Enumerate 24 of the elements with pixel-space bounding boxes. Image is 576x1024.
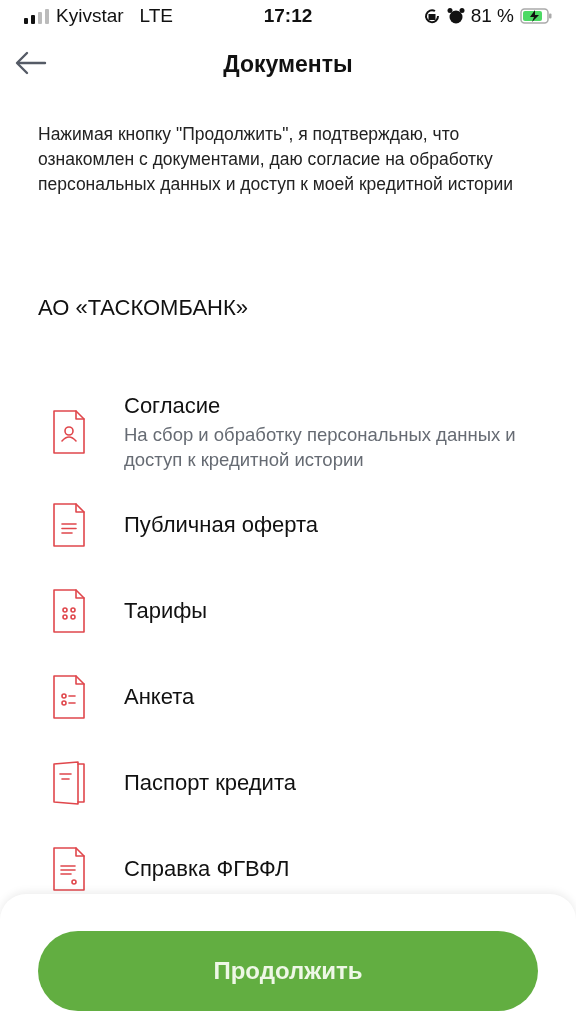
booklet-icon (51, 760, 87, 806)
rotation-lock-icon (422, 7, 441, 25)
alarm-icon (446, 7, 465, 25)
document-title[interactable]: Согласие (124, 392, 534, 420)
document-icon (51, 674, 87, 720)
document-title[interactable]: Анкета (124, 683, 195, 711)
network-type: LTE (139, 3, 173, 28)
document-icon (51, 502, 87, 548)
section-title: АО «ТАСКОМБАНК» (37, 294, 249, 322)
document-title[interactable]: Справка ФГВФЛ (124, 855, 290, 883)
document-icon (51, 588, 87, 634)
document-title[interactable]: Тарифы (124, 597, 208, 625)
battery-icon (520, 8, 552, 24)
document-icon (51, 409, 87, 455)
document-icon (51, 846, 87, 892)
document-subtitle: На сбор и обработку персональных данных и доступ к кредитной истории (124, 423, 517, 472)
page-title: Документы (223, 49, 353, 79)
battery-percent: 81 % (470, 3, 514, 28)
document-title[interactable]: Публичная оферта (124, 511, 319, 539)
document-title[interactable]: Паспорт кредита (124, 769, 296, 797)
consent-notice: Нажимая кнопку "Продолжить", я подтверждаю, что ознакомлен с документами, даю согласие на обработку персональных данных и доступ к моей кредитной истории (37, 123, 515, 196)
carrier-name: Kyivstar (56, 3, 124, 28)
clock: 17:12 (263, 3, 313, 28)
signal-icon (24, 8, 50, 24)
